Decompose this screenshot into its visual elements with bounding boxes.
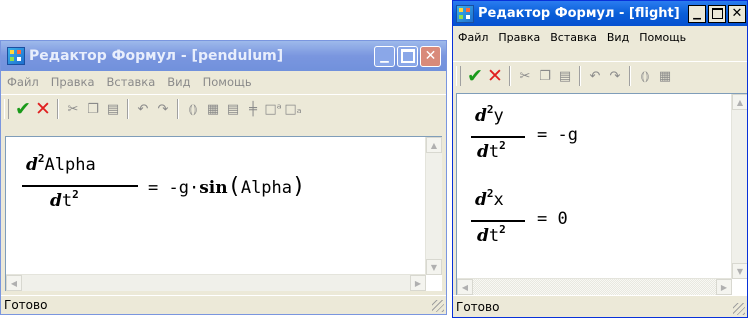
- maximize-icon: [711, 8, 723, 19]
- matrix-icon[interactable]: ▦: [203, 99, 223, 119]
- left-horizontal-scrollbar[interactable]: ◀ ▶: [6, 274, 426, 291]
- matrix-icon[interactable]: ▦: [655, 66, 675, 86]
- menu-edit[interactable]: Правка: [45, 75, 101, 89]
- right-window-title: Редактор Формул - [flight]: [478, 6, 680, 21]
- left-formula-area[interactable]: d2Alpha dt2 = -g·sin(Alpha) ▲ ▼ ◀ ▶: [5, 136, 442, 291]
- undo-icon[interactable]: ↶: [585, 66, 605, 86]
- menu-file[interactable]: Файл: [1, 75, 45, 89]
- paste-icon[interactable]: ▤: [103, 99, 123, 119]
- reject-x-icon[interactable]: ✕: [33, 98, 53, 120]
- plus-icon[interactable]: ╪: [243, 99, 263, 119]
- superscript-icon[interactable]: □ᵃ: [263, 99, 283, 119]
- scroll-up-arrow[interactable]: ▲: [426, 137, 442, 153]
- numerator: d2Alpha: [26, 152, 96, 175]
- menu-insert[interactable]: Вставка: [545, 31, 602, 44]
- redo-icon[interactable]: ↷: [605, 66, 625, 86]
- menu-insert[interactable]: Вставка: [101, 75, 162, 89]
- reject-x-icon[interactable]: ✕: [485, 65, 505, 87]
- cut-icon[interactable]: ✂: [63, 99, 83, 119]
- right-toolbar: ✔ ✕ ✂ ❐ ▤ ↶ ↷ ⦅⦆ ▦: [453, 61, 747, 90]
- fraction-line: [471, 136, 525, 138]
- scroll-down-arrow[interactable]: ▼: [732, 263, 747, 279]
- matrix-row-icon[interactable]: ▤: [223, 99, 243, 119]
- left-menu-bar: Файл Правка Вставка Вид Помощь: [1, 72, 446, 92]
- left-status-bar: Готово: [1, 295, 446, 314]
- menu-file[interactable]: Файл: [453, 31, 493, 44]
- left-title-bar[interactable]: Редактор Формул - [pendulum] ▁ ✕: [1, 41, 446, 71]
- right-title-bar[interactable]: Редактор Формул - [flight] ▁ ✕: [453, 1, 747, 26]
- menu-help[interactable]: Помощь: [634, 31, 691, 44]
- scroll-up-arrow[interactable]: ▲: [732, 94, 747, 110]
- brackets-icon[interactable]: ⦅⦆: [183, 99, 203, 119]
- right-formula-area[interactable]: d2y dt2 = -g d2x dt2 = 0 ▲ ▼ ◀ ▶: [456, 93, 747, 295]
- right-horizontal-scrollbar[interactable]: ◀ ▶: [457, 278, 732, 295]
- left-vertical-scrollbar[interactable]: ▲ ▼: [425, 137, 442, 275]
- redo-icon[interactable]: ↷: [153, 99, 173, 119]
- accept-check-icon[interactable]: ✔: [465, 65, 485, 87]
- cut-icon[interactable]: ✂: [515, 66, 535, 86]
- app-icon[interactable]: [7, 47, 25, 65]
- scroll-down-arrow[interactable]: ▼: [426, 259, 442, 275]
- accept-check-icon[interactable]: ✔: [13, 98, 33, 120]
- scroll-right-arrow[interactable]: ▶: [716, 279, 732, 295]
- brackets-icon[interactable]: ⦅⦆: [635, 66, 655, 86]
- right-window-flight: Редактор Формул - [flight] ▁ ✕ Файл Прав…: [452, 0, 748, 318]
- app-icon[interactable]: [456, 4, 474, 23]
- equation-rhs-y: = -g: [537, 125, 578, 145]
- subscript-icon[interactable]: □ₐ: [283, 99, 303, 119]
- denominator: dt2: [50, 188, 79, 211]
- equation-rhs-x: = 0: [537, 209, 568, 229]
- maximize-button[interactable]: [708, 4, 726, 23]
- minimize-button[interactable]: ▁: [688, 4, 706, 23]
- fraction-line: [471, 220, 525, 222]
- close-button[interactable]: ✕: [420, 45, 441, 67]
- toolbar-grip[interactable]: [4, 99, 9, 119]
- toolbar-grip[interactable]: [456, 66, 461, 86]
- paste-icon[interactable]: ▤: [555, 66, 575, 86]
- left-toolbar: ✔ ✕ ✂ ❐ ▤ ↶ ↷ ⦅⦆ ▦ ▤ ╪ □ᵃ □ₐ: [1, 94, 446, 123]
- menu-view[interactable]: Вид: [161, 75, 196, 89]
- menu-help[interactable]: Помощь: [197, 75, 258, 89]
- right-menu-bar: Файл Правка Вставка Вид Помощь: [453, 27, 747, 47]
- copy-icon[interactable]: ❐: [83, 99, 103, 119]
- scroll-right-arrow[interactable]: ▶: [410, 275, 426, 291]
- menu-edit[interactable]: Правка: [493, 31, 545, 44]
- undo-icon[interactable]: ↶: [133, 99, 153, 119]
- left-window-title: Редактор Формул - [pendulum]: [29, 48, 284, 64]
- right-status-bar: Готово: [453, 295, 747, 317]
- status-text: Готово: [4, 298, 48, 312]
- menu-view[interactable]: Вид: [602, 31, 634, 44]
- maximize-button[interactable]: [397, 45, 418, 67]
- resize-grip-icon[interactable]: [733, 303, 745, 315]
- equation-rhs: = -g·sin(Alpha): [148, 174, 306, 199]
- close-button[interactable]: ✕: [728, 4, 746, 23]
- resize-grip-icon[interactable]: [432, 300, 444, 312]
- left-window-pendulum: Редактор Формул - [pendulum] ▁ ✕ Файл Пр…: [0, 40, 447, 315]
- status-text: Готово: [456, 299, 500, 314]
- minimize-button[interactable]: ▁: [374, 45, 395, 67]
- scroll-left-arrow[interactable]: ◀: [6, 275, 22, 291]
- fraction-line: [22, 185, 138, 187]
- maximize-icon: [400, 49, 415, 63]
- right-vertical-scrollbar[interactable]: ▲ ▼: [731, 94, 747, 279]
- copy-icon[interactable]: ❐: [535, 66, 555, 86]
- scroll-left-arrow[interactable]: ◀: [457, 279, 473, 295]
